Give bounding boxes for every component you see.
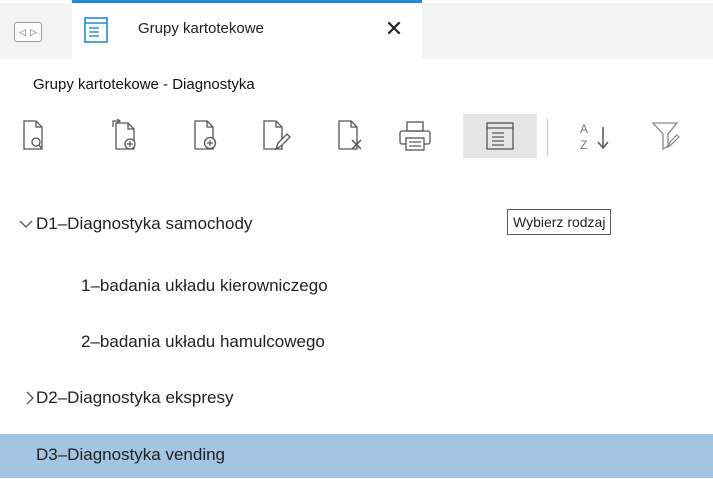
filter-edit-icon xyxy=(651,122,680,151)
tab-bar-empty xyxy=(423,3,713,59)
import-document-button[interactable] xyxy=(104,114,148,158)
printer-icon xyxy=(399,121,431,151)
document-delete-icon xyxy=(338,120,362,150)
edit-document-button[interactable] xyxy=(254,114,298,158)
svg-text:Z: Z xyxy=(580,138,587,152)
document-add-icon xyxy=(194,120,217,150)
tree-item-label: 2–badania układu hamulcowego xyxy=(81,332,325,351)
tree-item-d2[interactable]: D2–Diagnostyka ekspresy xyxy=(0,377,713,421)
tab-bar: ◁ ▷ Grupy kartotekowe ✕ xyxy=(0,3,713,59)
tab-scroll-arrows[interactable]: ◁ ▷ xyxy=(14,22,42,42)
delete-document-button[interactable] xyxy=(328,114,372,158)
document-import-add-icon xyxy=(112,119,136,150)
document-search-icon xyxy=(23,120,43,150)
document-edit-icon xyxy=(263,120,291,151)
tree-item-d3[interactable]: D3–Diagnostyka vending xyxy=(0,434,713,478)
tree-item-d1[interactable]: D1–Diagnostyka samochody xyxy=(0,203,713,247)
add-document-button[interactable] xyxy=(184,114,228,158)
choose-type-button[interactable] xyxy=(463,114,537,158)
toolbar-separator xyxy=(547,118,548,156)
tree-item-label: D2–Diagnostyka ekspresy xyxy=(36,388,234,407)
list-window-icon xyxy=(486,122,514,150)
tab-title: Grupy kartotekowe xyxy=(138,20,264,37)
filter-button[interactable] xyxy=(644,114,688,158)
preview-document-button[interactable] xyxy=(13,114,57,158)
arrow-right-icon[interactable]: ▷ xyxy=(30,27,37,38)
tree-item-label: D3–Diagnostyka vending xyxy=(36,445,226,464)
sort-button[interactable]: A Z xyxy=(573,114,617,158)
tree-item-d1-2[interactable]: 2–badania układu hamulcowego xyxy=(0,321,713,365)
arrow-left-icon[interactable]: ◁ xyxy=(19,27,26,38)
toolbar: A Z xyxy=(0,112,713,164)
page-title: Grupy kartotekowe - Diagnostyka xyxy=(33,76,255,93)
tree-item-label: 1–badania układu kierowniczego xyxy=(81,276,328,295)
chevron-down-icon[interactable] xyxy=(18,216,34,232)
list-window-icon xyxy=(84,17,108,43)
tab-grupy-kartotekowe[interactable]: Grupy kartotekowe ✕ xyxy=(72,3,422,59)
tree-item-d1-1[interactable]: 1–badania układu kierowniczego xyxy=(0,265,713,309)
svg-text:A: A xyxy=(580,122,588,136)
tree-item-label: D1–Diagnostyka samochody xyxy=(36,214,253,233)
print-button[interactable] xyxy=(393,114,437,158)
close-icon[interactable]: ✕ xyxy=(382,17,406,41)
sort-az-icon: A Z xyxy=(580,122,609,152)
